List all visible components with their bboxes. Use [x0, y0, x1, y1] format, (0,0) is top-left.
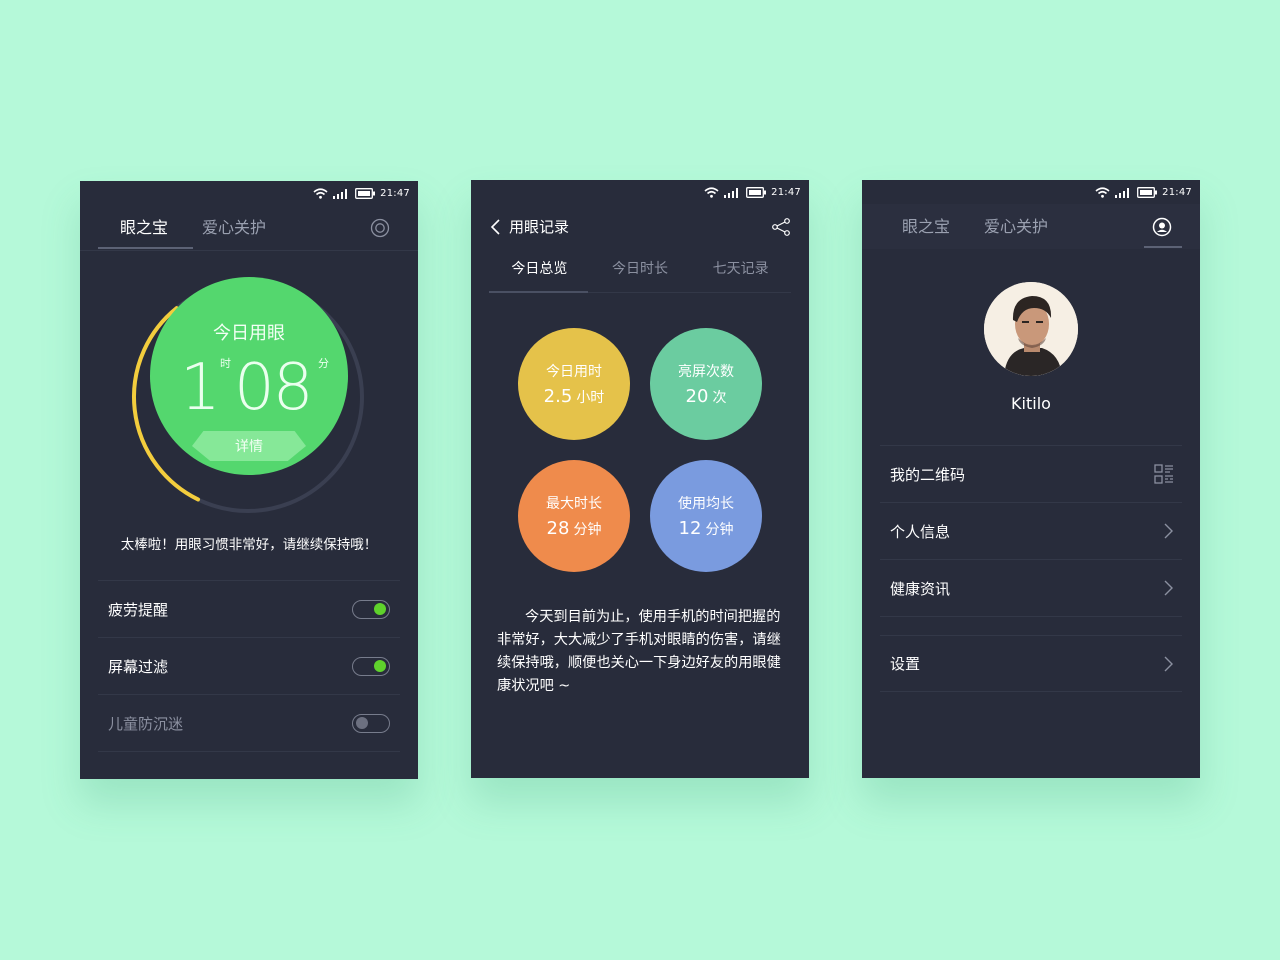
- sub-tab-bar: 今日总览 今日时长 七天记录: [489, 249, 791, 293]
- status-bar: 21:47: [862, 180, 1200, 204]
- qr-code-icon: [1154, 464, 1173, 484]
- screen-filter-toggle[interactable]: [352, 656, 390, 676]
- stat-value: 28: [546, 518, 570, 539]
- wifi-icon: [1095, 186, 1110, 198]
- status-bar: 21:47: [80, 181, 418, 205]
- battery-icon: [1137, 186, 1158, 198]
- detail-button[interactable]: 详情: [192, 436, 306, 456]
- stat-average-duration: 使用均长 12 分钟: [650, 460, 762, 572]
- phone-screen-profile: 21:47 眼之宝 爱心关护 Kitilo 我的二维码 个人信息 健康资讯 设置: [862, 180, 1200, 778]
- battery-icon: [746, 186, 767, 198]
- back-arrow-icon[interactable]: [489, 218, 503, 236]
- stat-screen-on-count: 亮屏次数 20 次: [650, 328, 762, 440]
- profile-menu: 我的二维码 个人信息 健康资讯 设置: [880, 445, 1182, 692]
- top-tab-bar: 眼之宝 爱心关护: [80, 205, 418, 250]
- top-tab-bar: 眼之宝 爱心关护: [862, 204, 1200, 249]
- tab-eye-treasure[interactable]: 眼之宝: [120, 205, 168, 250]
- status-time: 21:47: [380, 187, 410, 199]
- dial-title: 今日用眼: [213, 323, 285, 344]
- stat-today-usage: 今日用时 2.5 小时: [518, 328, 630, 440]
- stat-unit: 分钟: [705, 522, 734, 538]
- menu-label: 我的二维码: [890, 465, 966, 484]
- stat-max-duration: 最大时长 28 分钟: [518, 460, 630, 572]
- tab-today-overview[interactable]: 今日总览: [489, 249, 590, 292]
- setting-label: 疲劳提醒: [108, 600, 169, 619]
- child-anti-addiction-toggle[interactable]: [352, 713, 390, 733]
- username: Kitilo: [1011, 394, 1051, 413]
- menu-label: 健康资讯: [890, 579, 951, 598]
- title-bar: 用眼记录: [471, 204, 809, 249]
- menu-label: 设置: [890, 655, 921, 673]
- active-tab-indicator: [98, 247, 193, 249]
- setting-row-fatigue[interactable]: 疲劳提醒: [98, 581, 400, 638]
- dial-minute-unit: 分: [318, 357, 329, 370]
- praise-message: 太棒啦！用眼习惯非常好，请继续保持哦！: [120, 537, 378, 553]
- stat-label: 今日用时: [546, 364, 602, 380]
- chevron-right-icon: [1164, 656, 1173, 671]
- tab-care[interactable]: 爱心关护: [202, 205, 266, 250]
- setting-label: 屏幕过滤: [108, 657, 169, 676]
- phone-screen-eye-home: 21:47 眼之宝 爱心关护 今日用眼 1 时 08 分 详情 太棒啦！用眼习惯…: [80, 181, 418, 779]
- avatar-portrait: [984, 282, 1078, 376]
- today-usage-dial: 今日用眼 1 时 08 分 详情: [150, 277, 348, 475]
- signal-icon: [1115, 187, 1130, 198]
- stat-unit: 分钟: [573, 522, 602, 538]
- stat-unit: 次: [712, 390, 727, 406]
- signal-icon: [724, 187, 739, 198]
- setting-row-child-lock[interactable]: 儿童防沉迷: [98, 695, 400, 752]
- status-bar: 21:47: [471, 180, 809, 204]
- tab-today-duration[interactable]: 今日时长: [590, 249, 691, 292]
- settings-list: 疲劳提醒 屏幕过滤 儿童防沉迷: [98, 580, 400, 752]
- stat-unit: 小时: [576, 390, 605, 406]
- tab-seven-day-record[interactable]: 七天记录: [690, 249, 791, 292]
- active-tab-indicator: [1144, 246, 1182, 248]
- avatar[interactable]: [984, 282, 1078, 376]
- usage-summary-text: 今天到目前为止，使用手机的时间把握的非常好，大大减少了手机对眼睛的伤害，请继续保…: [497, 609, 781, 694]
- stat-value: 20: [685, 386, 709, 407]
- battery-icon: [355, 187, 376, 199]
- wifi-icon: [704, 186, 719, 198]
- tab-eye-treasure[interactable]: 眼之宝: [902, 204, 950, 249]
- stat-label: 亮屏次数: [678, 364, 734, 380]
- setting-label: 儿童防沉迷: [108, 714, 184, 733]
- setting-row-screen-filter[interactable]: 屏幕过滤: [98, 638, 400, 695]
- stat-value: 12: [678, 518, 702, 539]
- tab-care[interactable]: 爱心关护: [984, 204, 1048, 249]
- dial-hours: 1: [180, 351, 221, 425]
- fatigue-reminder-toggle[interactable]: [352, 599, 390, 619]
- profile-icon[interactable]: [1152, 217, 1172, 237]
- profile-icon[interactable]: [370, 218, 390, 238]
- page-title: 用眼记录: [509, 218, 570, 236]
- stat-value: 2.5: [543, 386, 573, 407]
- menu-item-settings[interactable]: 设置: [880, 635, 1182, 692]
- menu-item-personal-info[interactable]: 个人信息: [880, 503, 1182, 560]
- signal-icon: [333, 188, 348, 199]
- dial-hour-unit: 时: [220, 357, 231, 370]
- active-tab-indicator: [489, 291, 588, 293]
- menu-label: 个人信息: [890, 522, 951, 541]
- menu-item-qr-code[interactable]: 我的二维码: [880, 446, 1182, 503]
- chevron-right-icon: [1164, 523, 1173, 539]
- chevron-right-icon: [1164, 580, 1173, 596]
- status-time: 21:47: [771, 186, 801, 198]
- divider: [80, 250, 418, 251]
- status-time: 21:47: [1162, 186, 1192, 198]
- stat-label: 最大时长: [546, 496, 602, 512]
- dial-minutes: 08: [234, 351, 313, 425]
- wifi-icon: [313, 187, 328, 199]
- menu-item-health-news[interactable]: 健康资讯: [880, 560, 1182, 617]
- share-icon[interactable]: [771, 217, 791, 237]
- phone-screen-eye-record: 21:47 用眼记录 今日总览 今日时长 七天记录 今日用时 2.5 小时 亮屏次…: [471, 180, 809, 778]
- stat-label: 使用均长: [678, 496, 734, 512]
